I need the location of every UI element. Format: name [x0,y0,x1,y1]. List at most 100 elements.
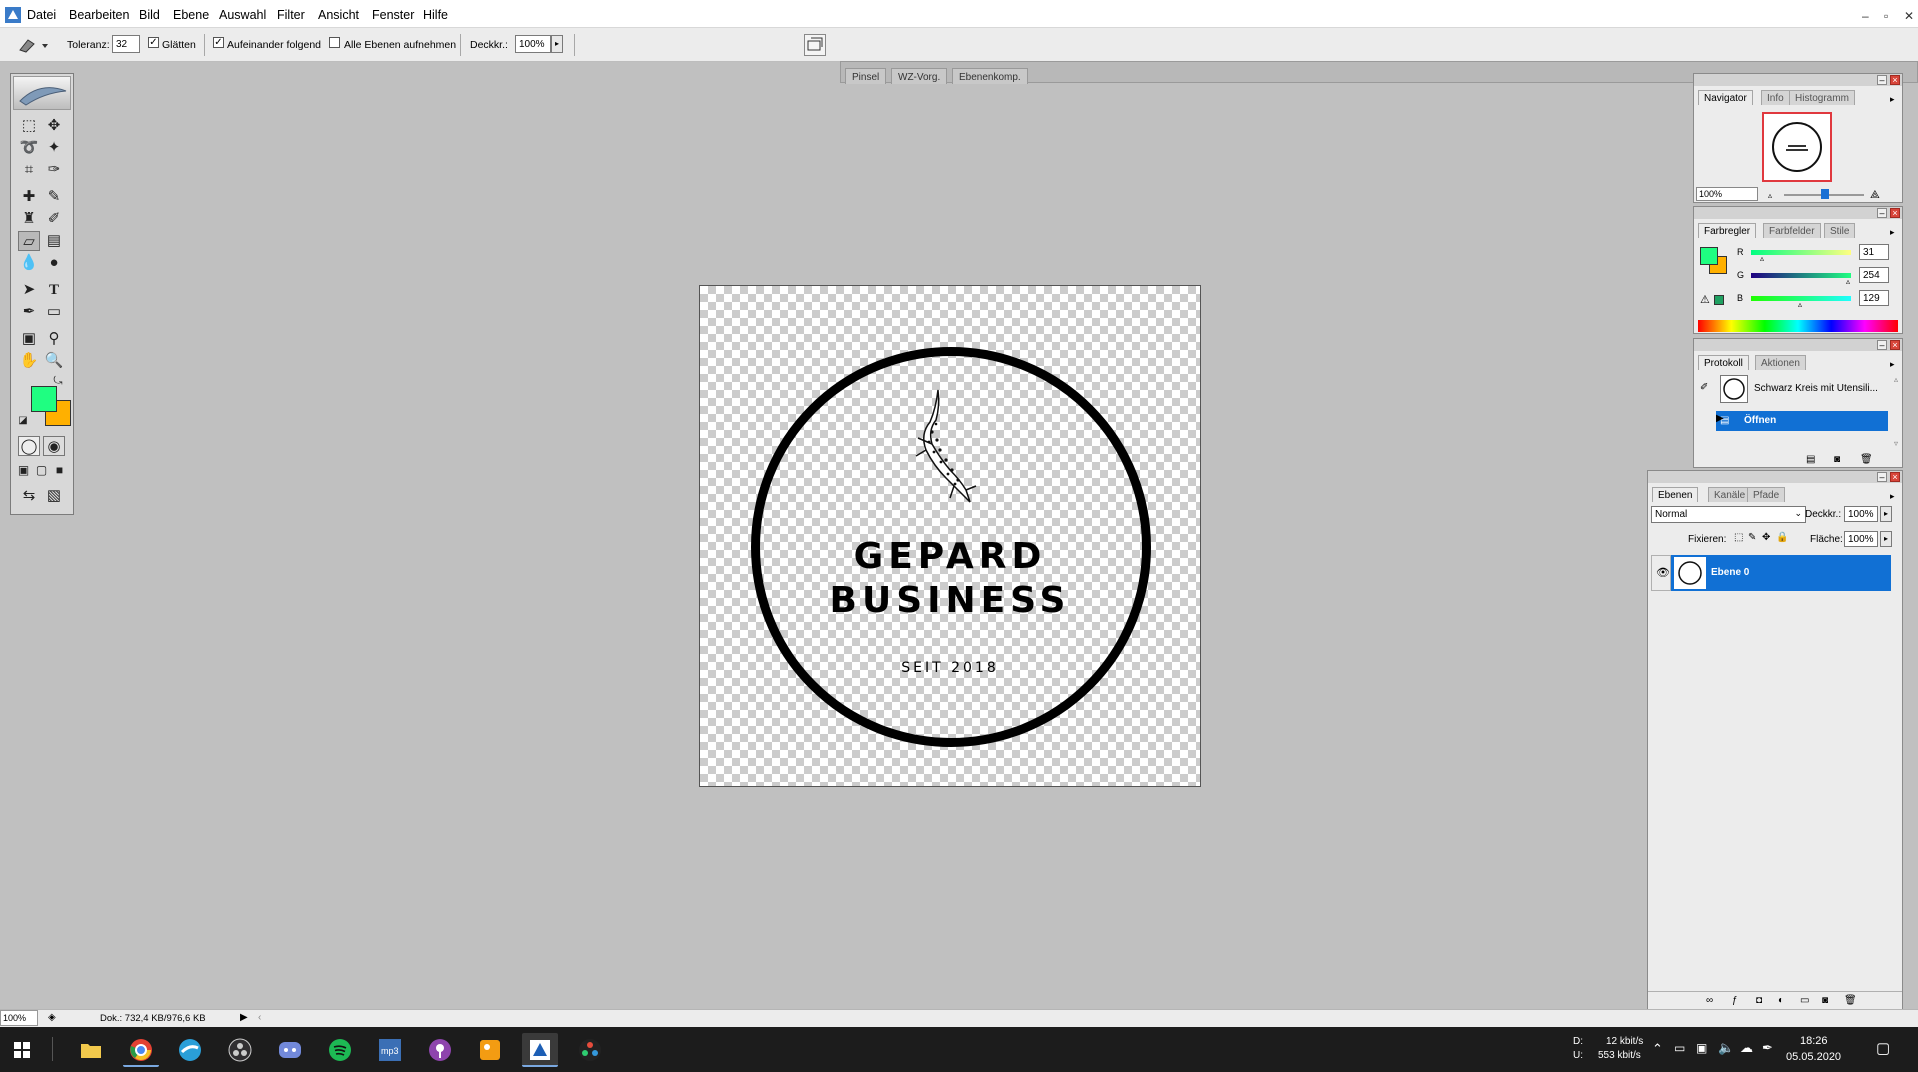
volume-icon[interactable]: 🔈 [1718,1040,1734,1056]
status-menu-arrow-icon[interactable]: ▶ [240,1012,248,1023]
imageready-icon[interactable]: ▧ [43,486,65,506]
well-tab-pinsel[interactable]: Pinsel [845,68,887,84]
brush-tool-icon[interactable]: ✎ [43,187,65,207]
menu-hilfe[interactable]: Hilfe [423,8,448,22]
tab-stile[interactable]: Stile [1824,223,1856,238]
tab-farbregler[interactable]: Farbregler [1698,223,1757,238]
layer-visibility-toggle[interactable]: 👁 [1651,555,1671,591]
pen-tool-icon[interactable]: ✒ [18,302,40,322]
history-snapshot-row[interactable]: ✐ Schwarz Kreis mit Utensili... [1696,374,1888,404]
davinci-icon[interactable] [572,1033,608,1067]
hand-tool-icon[interactable]: ✋ [18,351,40,371]
lock-all-icon[interactable]: 🔒 [1776,532,1788,543]
link-layers-icon[interactable]: ∞ [1706,995,1713,1006]
history-state-slider-icon[interactable]: ▶ [1716,413,1726,427]
green-slider-thumb[interactable]: ▵ [1846,277,1850,286]
trash-icon[interactable]: 🗑 [1860,454,1873,465]
red-input[interactable]: 31 [1859,244,1889,260]
move-tool-icon[interactable]: ✥ [43,116,65,136]
swap-colors-icon[interactable]: ⤿ [51,374,65,388]
clock-date[interactable]: 05.05.2020 [1786,1051,1841,1063]
menu-auswahl[interactable]: Auswahl [219,8,266,22]
notes-tool-icon[interactable]: ▣ [18,329,40,349]
layer-style-icon[interactable]: ƒ [1732,995,1738,1006]
lock-image-icon[interactable]: ✎ [1748,532,1756,543]
standard-screen-mode-icon[interactable]: ▣ [15,460,32,480]
color-fg-chip[interactable] [1700,247,1718,265]
restore-button[interactable]: ▫ [1884,9,1888,23]
dodge-tool-icon[interactable]: ● [43,253,65,273]
zoom-out-icon[interactable]: ▵ [1768,191,1772,200]
green-slider[interactable] [1751,273,1851,278]
panel-titlebar[interactable] [1694,339,1902,351]
glaetten-checkbox[interactable]: ✓ [148,37,159,48]
tab-navigator[interactable]: Navigator [1698,90,1753,105]
layer-mask-icon[interactable]: ◘ [1756,995,1762,1006]
panel-close-button[interactable]: × [1890,208,1900,218]
history-brush-tool-icon[interactable]: ✐ [43,209,65,229]
navigator-zoom-input[interactable]: 100% [1696,187,1758,201]
jump-to-imageready-icon[interactable]: ⇆ [18,486,40,506]
painting-icon[interactable] [472,1033,508,1067]
color-spectrum-bar[interactable] [1698,320,1898,332]
network-icon[interactable]: ▣ [1696,1041,1707,1055]
tool-preset-picker[interactable] [14,35,54,55]
tab-ebenen[interactable]: Ebenen [1652,487,1699,502]
obs-icon[interactable] [222,1033,258,1067]
document-canvas[interactable]: GEPARD BUSINESS SEIT 2018 [699,285,1201,787]
crop-tool-icon[interactable]: ⌗ [18,160,40,180]
menu-ansicht[interactable]: Ansicht [318,8,359,22]
menu-bearbeiten[interactable]: Bearbeiten [69,8,129,22]
panel-menu-icon[interactable]: ▸ [1890,94,1895,105]
spotify-icon[interactable] [322,1033,358,1067]
cloud-icon[interactable]: ☁ [1740,1040,1753,1056]
quick-mask-mode-icon[interactable]: ◉ [43,436,65,456]
marquee-tool-icon[interactable]: ⬚ [18,116,40,136]
zoom-tool-icon[interactable]: 🔍 [43,351,65,371]
panel-minimize-button[interactable]: – [1877,472,1887,482]
panel-close-button[interactable]: × [1890,340,1900,350]
history-brush-source-icon[interactable]: ✐ [1700,382,1708,393]
type-tool-icon[interactable]: T [43,280,65,300]
new-group-icon[interactable]: ▭ [1800,995,1809,1006]
scroll-down-icon[interactable]: ▿ [1894,439,1898,448]
menu-ebene[interactable]: Ebene [173,8,209,22]
mp3tag-icon[interactable]: mp3 [372,1033,408,1067]
tab-protokoll[interactable]: Protokoll [1698,355,1749,370]
healing-brush-tool-icon[interactable]: ✚ [18,187,40,207]
tab-histogramm[interactable]: Histogramm [1789,90,1855,105]
close-button[interactable]: ✕ [1904,9,1914,23]
delete-layer-icon[interactable]: 🗑 [1844,995,1857,1006]
red-slider[interactable] [1751,250,1851,255]
photoshop-icon[interactable] [522,1033,558,1067]
magic-wand-tool-icon[interactable]: ✦ [43,138,65,158]
tab-aktionen[interactable]: Aktionen [1755,355,1806,370]
gradient-tool-icon[interactable]: ▤ [43,231,65,251]
well-tab-wz-vorg[interactable]: WZ-Vorg. [891,68,948,84]
minimize-button[interactable]: – [1862,9,1869,23]
blur-tool-icon[interactable]: 💧 [18,253,40,273]
green-input[interactable]: 254 [1859,267,1889,283]
blue-slider-thumb[interactable]: ▵ [1798,300,1802,309]
lasso-tool-icon[interactable]: ➰ [18,138,40,158]
zoom-in-icon[interactable]: ⟁ [1870,189,1880,202]
panel-menu-icon[interactable]: ▸ [1890,359,1895,370]
windows-start-icon[interactable] [4,1033,40,1067]
clock-time[interactable]: 18:26 [1800,1035,1828,1047]
panel-minimize-button[interactable]: – [1877,75,1887,85]
panel-titlebar[interactable] [1694,74,1902,86]
gamut-color-chip[interactable] [1714,295,1724,305]
palette-browser-button[interactable] [804,34,826,56]
panel-menu-icon[interactable]: ▸ [1890,491,1895,502]
fill-opacity-input[interactable]: 100% [1844,531,1878,547]
notification-icon[interactable]: ▢ [1876,1039,1890,1057]
layer-row[interactable]: Ebene 0 [1671,555,1891,591]
discord-icon[interactable] [272,1033,308,1067]
battery-icon[interactable]: ▭ [1674,1041,1685,1055]
panel-menu-icon[interactable]: ▸ [1890,227,1895,238]
full-screen-menu-mode-icon[interactable]: ▢ [33,460,50,480]
panel-titlebar[interactable] [1648,471,1902,483]
blend-mode-select[interactable]: Normal ⌄ [1651,506,1806,523]
scroll-left-icon[interactable]: ‹ [258,1012,261,1023]
tab-info[interactable]: Info [1761,90,1790,105]
